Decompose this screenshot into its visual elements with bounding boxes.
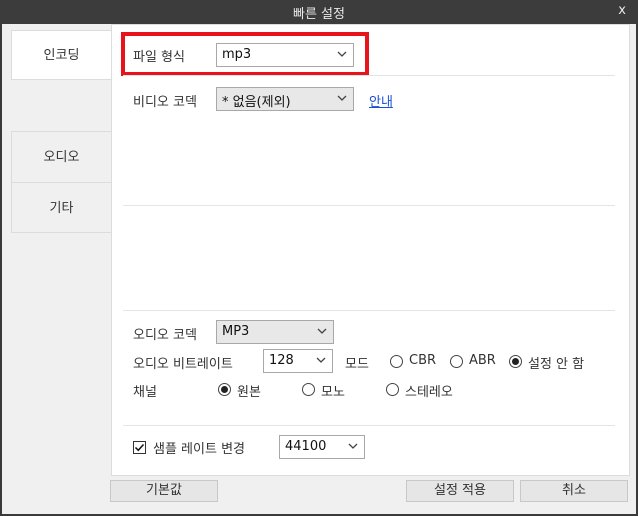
divider xyxy=(123,310,615,311)
sidebar-item-encoding[interactable]: 인코딩 xyxy=(11,30,112,80)
sample-rate-label: 샘플 레이트 변경 xyxy=(153,442,245,457)
channel-stereo-label: 스테레오 xyxy=(405,385,453,400)
apply-settings-button[interactable]: 설정 적용 xyxy=(406,480,514,502)
audio-bitrate-value: 128 xyxy=(269,353,294,368)
audio-codec-value: MP3 xyxy=(222,324,250,339)
mode-abr-label: ABR xyxy=(469,353,496,368)
sidebar-item-audio[interactable]: 오디오 xyxy=(11,131,112,183)
sample-rate-select[interactable]: 44100 xyxy=(279,435,365,459)
chevron-down-icon xyxy=(317,328,327,334)
default-button[interactable]: 기본값 xyxy=(110,480,218,502)
highlight-box xyxy=(121,32,369,76)
mode-cbr-label: CBR xyxy=(409,353,437,368)
audio-codec-label: 오디오 코덱 xyxy=(133,328,197,343)
guide-link[interactable]: 안내 xyxy=(369,91,393,110)
mode-cbr-radio[interactable] xyxy=(390,355,403,368)
mode-none-radio[interactable] xyxy=(509,355,522,368)
channel-original-radio[interactable] xyxy=(218,383,231,396)
video-codec-select[interactable]: * 없음(제외) xyxy=(216,87,354,111)
checkmark-icon xyxy=(134,443,145,452)
sidebar-item-other[interactable]: 기타 xyxy=(11,182,112,233)
title-bar: 빠른 설정 x xyxy=(0,0,638,24)
divider xyxy=(123,205,615,206)
mode-label: 모드 xyxy=(345,357,369,372)
divider xyxy=(123,425,615,426)
close-button[interactable]: x xyxy=(618,3,626,18)
quick-settings-window: 인코딩 오디오 기타 파일 형식 mp3 비디오 코덱 * 없음(제외) 안내 … xyxy=(2,24,636,514)
chevron-down-icon xyxy=(337,95,347,101)
channel-mono-radio[interactable] xyxy=(302,383,315,396)
audio-bitrate-label: 오디오 비트레이트 xyxy=(133,357,233,372)
channel-stereo-radio[interactable] xyxy=(386,383,399,396)
settings-panel: 파일 형식 mp3 비디오 코덱 * 없음(제외) 안내 오디오 코덱 MP3 … xyxy=(111,24,630,476)
chevron-down-icon xyxy=(316,357,326,363)
video-codec-value: * 없음(제외) xyxy=(222,95,291,110)
audio-codec-select[interactable]: MP3 xyxy=(216,320,334,344)
mode-none-label: 설정 안 함 xyxy=(528,357,585,372)
chevron-down-icon xyxy=(348,443,358,449)
divider xyxy=(123,75,615,76)
channel-original-label: 원본 xyxy=(237,385,261,400)
sample-rate-value: 44100 xyxy=(285,439,327,454)
mode-abr-radio[interactable] xyxy=(450,355,463,368)
channel-mono-label: 모노 xyxy=(321,385,345,400)
channel-label: 채널 xyxy=(133,385,157,400)
cancel-button[interactable]: 취소 xyxy=(520,480,628,502)
audio-bitrate-select[interactable]: 128 xyxy=(263,349,333,373)
sample-rate-checkbox[interactable] xyxy=(133,441,146,454)
video-codec-label: 비디오 코덱 xyxy=(133,95,197,110)
window-title: 빠른 설정 xyxy=(293,7,345,22)
